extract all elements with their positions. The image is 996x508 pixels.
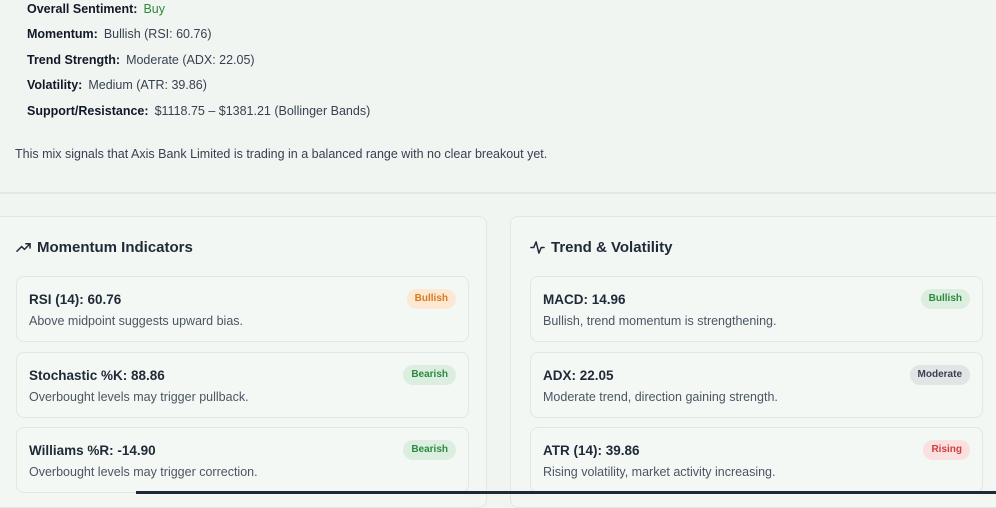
momentum-label: Momentum: — [27, 27, 98, 41]
summary-note: This mix signals that Axis Bank Limited … — [15, 147, 548, 161]
indicator-description: Above midpoint suggests upward bias. — [29, 314, 244, 328]
indicator-description: Rising volatility, market activity incre… — [543, 465, 776, 479]
volatility-row: Volatility: Medium (ATR: 39.86) — [27, 78, 207, 92]
indicator-title: ATR (14): 39.86 — [543, 443, 640, 458]
indicator-title: Williams %R: -14.90 — [29, 443, 156, 458]
support-resistance-label: Support/Resistance: — [27, 104, 149, 118]
indicator-card-adx[interactable]: ADX: 22.05 Moderate trend, direction gai… — [530, 352, 983, 418]
indicator-card-rsi[interactable]: RSI (14): 60.76 Above midpoint suggests … — [16, 276, 469, 342]
indicator-description: Moderate trend, direction gaining streng… — [543, 390, 778, 404]
indicator-description: Bullish, trend momentum is strengthening… — [543, 314, 777, 328]
trend-strength-row: Trend Strength: Moderate (ADX: 22.05) — [27, 53, 255, 67]
indicator-title: MACD: 14.96 — [543, 292, 626, 307]
sentiment-summary: Overall Sentiment: Buy Momentum: Bullish (… — [0, 0, 996, 192]
indicator-title: Stochastic %K: 88.86 — [29, 368, 165, 383]
indicator-description: Overbought levels may trigger pullback. — [29, 390, 249, 404]
section-divider — [0, 192, 996, 194]
momentum-panel-title: Momentum Indicators — [37, 239, 193, 256]
momentum-row: Momentum: Bullish (RSI: 60.76) — [27, 27, 212, 41]
indicator-card-stochastic[interactable]: Stochastic %K: 88.86 Overbought levels m… — [16, 352, 469, 418]
indicator-title: ADX: 22.05 — [543, 368, 614, 383]
indicator-card-williams[interactable]: Williams %R: -14.90 Overbought levels ma… — [16, 427, 469, 493]
status-badge: Moderate — [909, 365, 970, 385]
status-badge: Bullish — [920, 289, 970, 309]
indicator-card-macd[interactable]: MACD: 14.96 Bullish, trend momentum is s… — [530, 276, 983, 342]
overall-sentiment-label: Overall Sentiment: — [27, 2, 138, 16]
trend-strength-value: Moderate (ADX: 22.05) — [126, 53, 255, 67]
momentum-indicators-panel: Momentum Indicators RSI (14): 60.76 Abov… — [0, 216, 487, 508]
trending-up-icon — [16, 240, 31, 255]
overall-sentiment-value: Buy — [143, 2, 165, 16]
indicator-description: Overbought levels may trigger correction… — [29, 465, 258, 479]
momentum-value: Bullish (RSI: 60.76) — [103, 27, 212, 41]
status-badge: Rising — [923, 440, 970, 460]
trend-volatility-panel: Trend & Volatility MACD: 14.96 Bullish, … — [510, 216, 996, 508]
momentum-panel-header: Momentum Indicators — [16, 239, 193, 256]
indicator-card-atr[interactable]: ATR (14): 39.86 Rising volatility, marke… — [530, 427, 983, 493]
trend-strength-label: Trend Strength: — [27, 53, 121, 67]
activity-icon — [530, 240, 545, 255]
overall-sentiment-row: Overall Sentiment: Buy — [27, 2, 165, 16]
status-badge: Bearish — [403, 440, 456, 460]
support-resistance-value: $1118.75 – $1381.21 (Bollinger Bands) — [154, 104, 371, 118]
support-resistance-row: Support/Resistance: $1118.75 – $1381.21 (… — [27, 104, 370, 118]
status-badge: Bullish — [406, 289, 456, 309]
trend-panel-title: Trend & Volatility — [551, 239, 673, 256]
indicator-title: RSI (14): 60.76 — [29, 292, 122, 307]
volatility-label: Volatility: — [27, 78, 83, 92]
trend-panel-header: Trend & Volatility — [530, 239, 672, 256]
status-badge: Bearish — [403, 365, 456, 385]
volatility-value: Medium (ATR: 39.86) — [88, 78, 207, 92]
